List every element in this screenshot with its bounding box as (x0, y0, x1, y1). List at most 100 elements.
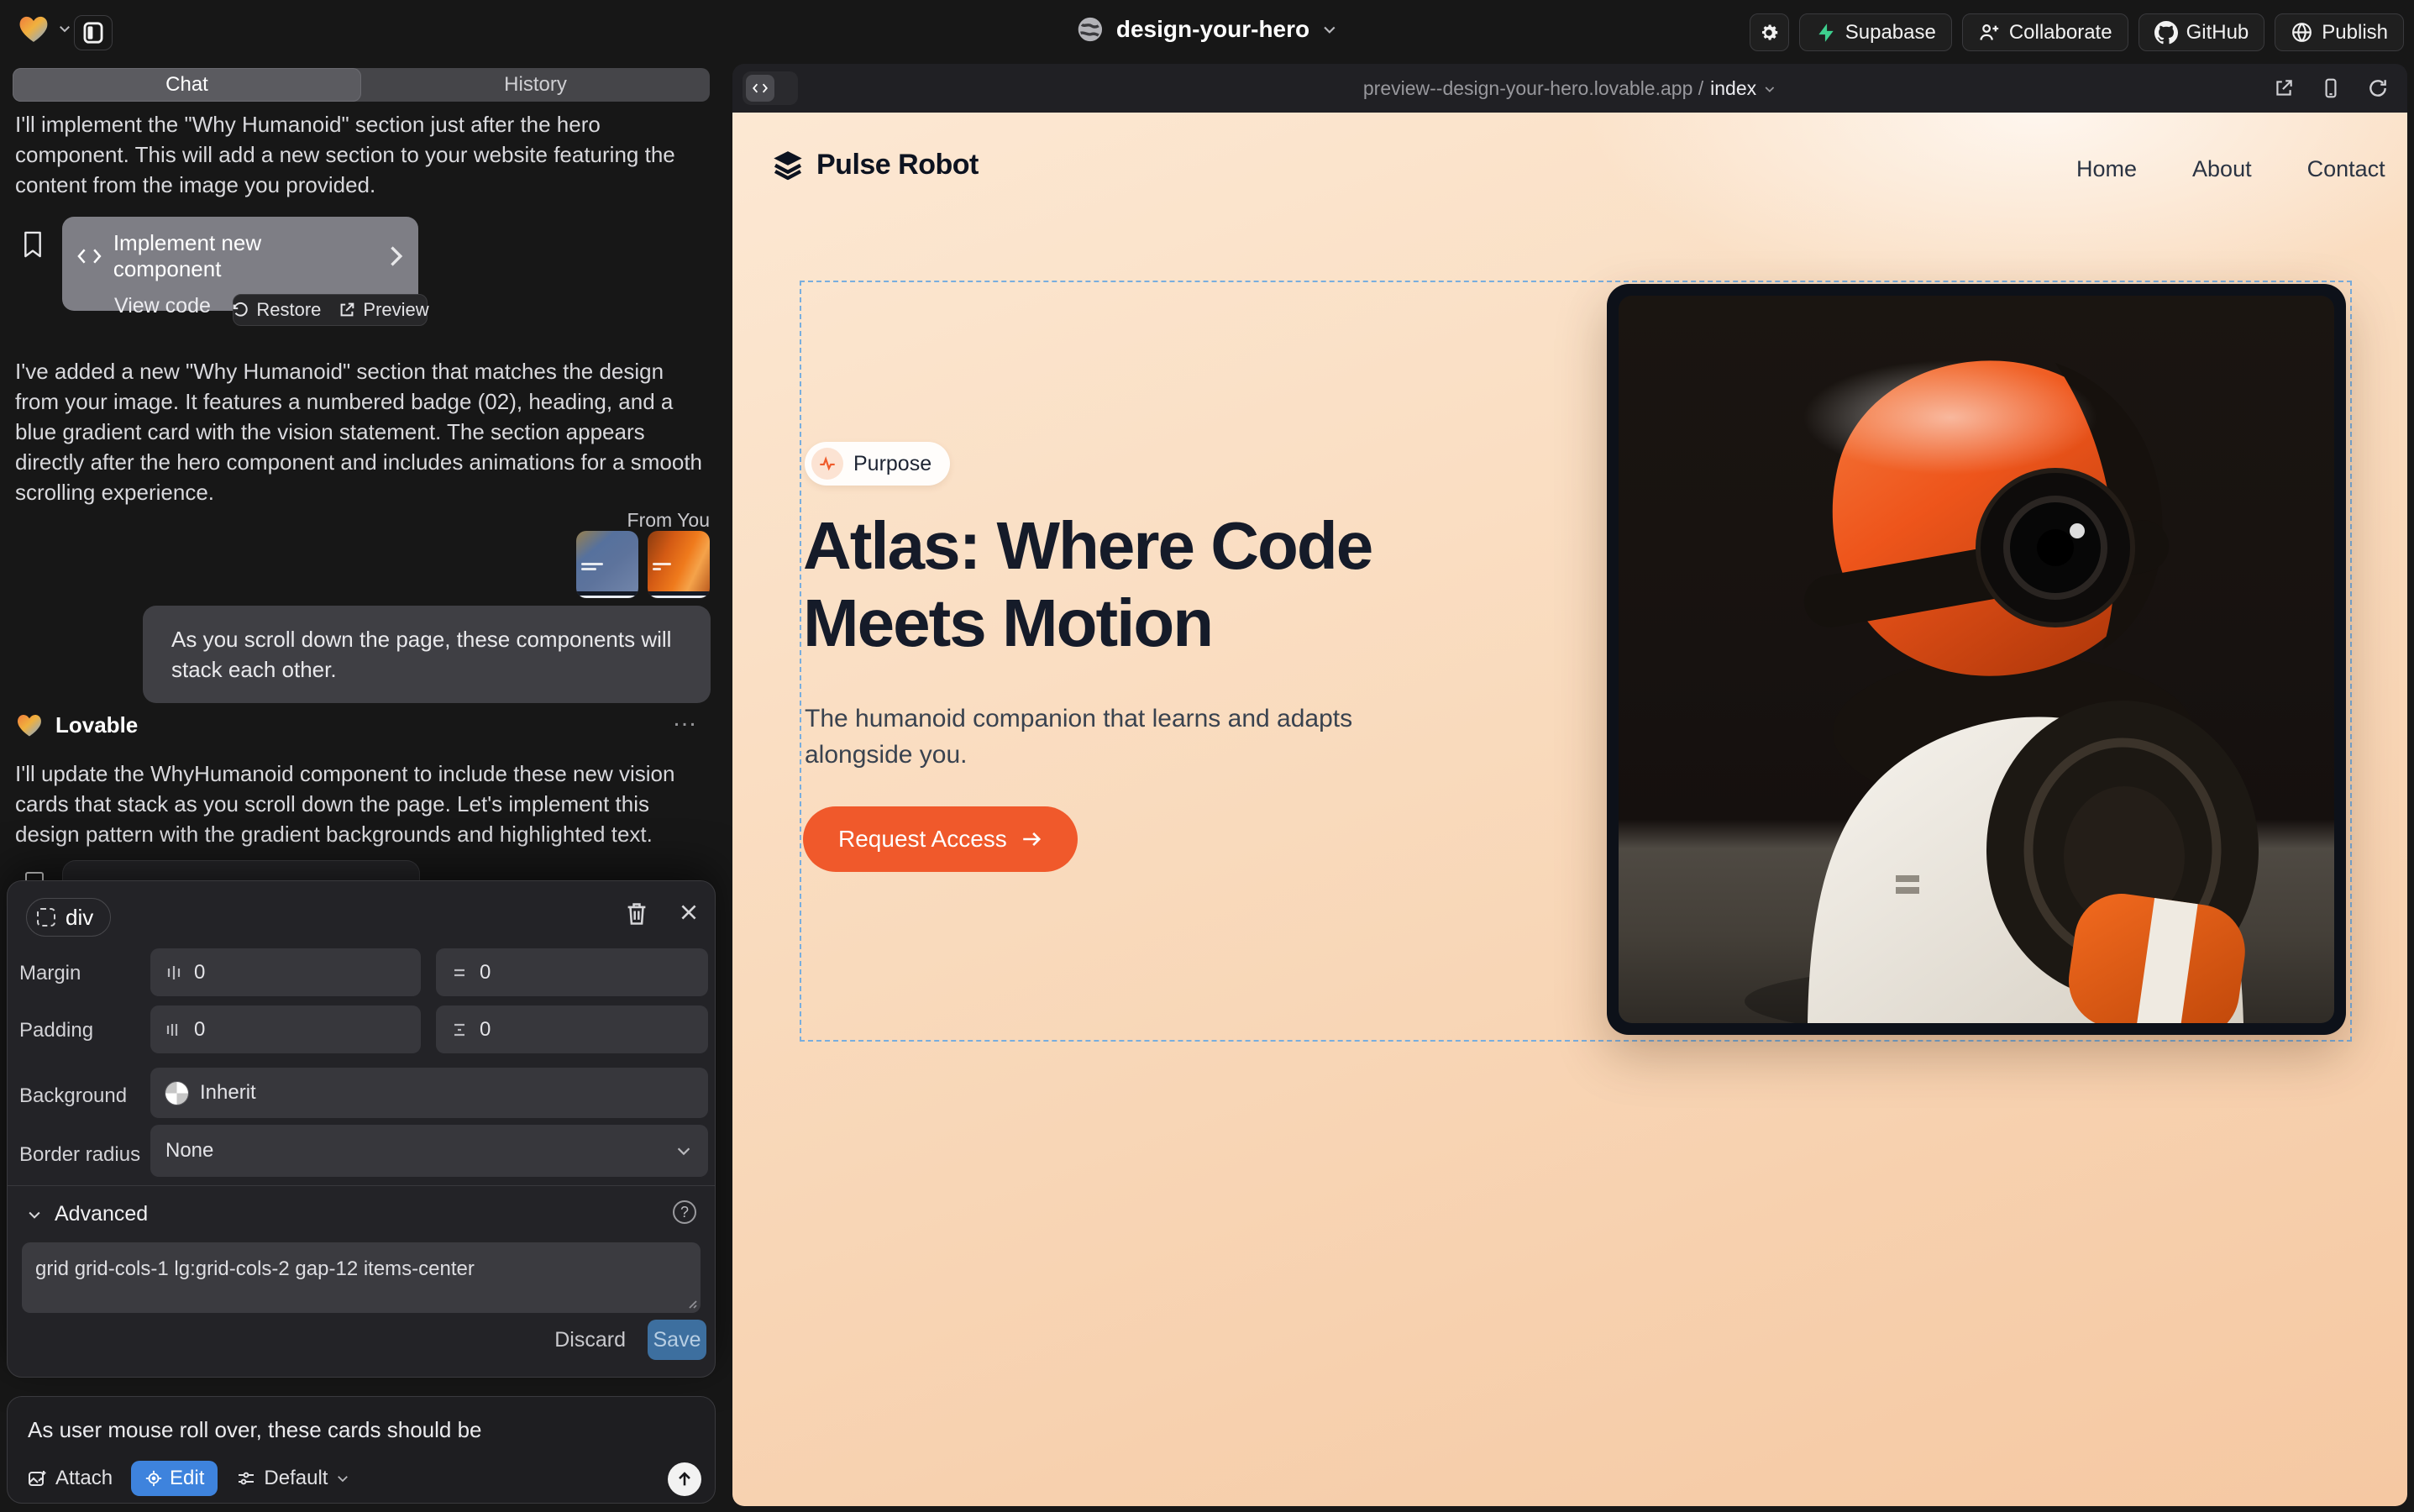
chevron-down-icon (674, 1142, 693, 1160)
pulse-icon (811, 448, 843, 480)
mobile-view-icon[interactable] (2320, 77, 2342, 99)
help-icon[interactable]: ? (673, 1200, 696, 1224)
hero-subheading: The humanoid companion that learns and a… (805, 701, 1393, 773)
preview-page: index (1710, 77, 1756, 100)
tab-chat[interactable]: Chat (13, 68, 361, 102)
publish-button[interactable]: Publish (2275, 13, 2404, 51)
publish-label: Publish (2322, 21, 2388, 45)
user-plus-icon (1978, 21, 2001, 44)
collaborate-button[interactable]: Collaborate (1962, 13, 2128, 51)
layers-icon (771, 148, 805, 181)
code-view-toggle[interactable] (743, 71, 798, 105)
transparency-swatch-icon (165, 1082, 188, 1105)
panel-left-icon (83, 22, 103, 44)
margin-horizontal-input[interactable]: 0 (150, 948, 421, 996)
background-label: Background (19, 1084, 127, 1108)
purpose-badge-label: Purpose (853, 452, 931, 476)
project-switcher[interactable]: design-your-hero (1076, 15, 1338, 44)
site-brand: Pulse Robot (816, 149, 979, 181)
site-preview: Pulse Robot Home About Contact Purpose A… (732, 113, 2407, 1506)
attachment-thumbnail-blue[interactable] (576, 531, 638, 598)
bookmark-icon[interactable] (22, 230, 44, 259)
chat-input-box[interactable]: As user mouse roll over, these cards sho… (7, 1396, 716, 1504)
resize-handle[interactable] (685, 1296, 698, 1310)
project-name: design-your-hero (1116, 16, 1309, 43)
settings-button[interactable] (1750, 13, 1789, 51)
preview-url[interactable]: preview--design-your-hero.lovable.app / … (1363, 77, 1776, 100)
discard-button[interactable]: Discard (554, 1328, 626, 1352)
padding-horizontal-icon (165, 1021, 182, 1039)
collaborate-label: Collaborate (2009, 21, 2112, 45)
assistant-header: Lovable (15, 711, 138, 739)
border-radius-select[interactable]: None (150, 1125, 708, 1177)
github-label: GitHub (2186, 21, 2249, 45)
request-access-button[interactable]: Request Access (803, 806, 1078, 872)
tab-history[interactable]: History (361, 68, 710, 102)
background-field[interactable]: Inherit (150, 1068, 708, 1118)
padding-vertical-icon (451, 1021, 468, 1039)
attach-image-icon (28, 1469, 48, 1488)
send-button[interactable] (668, 1462, 701, 1496)
refresh-icon[interactable] (2367, 77, 2389, 99)
padding-vertical-input[interactable]: 0 (436, 1005, 708, 1053)
selected-element-chip[interactable]: div (26, 898, 111, 937)
code-icon (753, 82, 768, 94)
hero-heading: Atlas: Where Code Meets Motion (803, 507, 1372, 662)
message-more-menu[interactable]: … (672, 704, 699, 732)
mode-selector[interactable]: Default (236, 1467, 350, 1490)
element-tag: div (66, 905, 93, 931)
preview-header: preview--design-your-hero.lovable.app / … (732, 64, 2407, 113)
assistant-message-1: I'll implement the "Why Humanoid" sectio… (15, 109, 712, 200)
lovable-menu-button[interactable] (17, 12, 72, 45)
chevron-down-icon (335, 1471, 350, 1486)
chevron-right-icon (389, 245, 403, 267)
trash-icon[interactable] (626, 901, 648, 927)
assistant-message-2: I've added a new "Why Humanoid" section … (15, 356, 712, 507)
supabase-button[interactable]: Supabase (1799, 13, 1952, 51)
advanced-section-toggle[interactable]: Advanced (26, 1202, 148, 1226)
arrow-right-icon (1021, 828, 1042, 850)
lovable-heart-icon (17, 12, 50, 45)
restore-preview-bar: Restore Preview (233, 294, 428, 326)
assistant-message-3: I'll update the WhyHumanoid component to… (15, 759, 712, 849)
close-icon[interactable] (678, 901, 700, 923)
app-window: design-your-hero Supabase Collaborate (0, 0, 2414, 1512)
robot-image (1619, 296, 2334, 1023)
code-icon (77, 247, 102, 265)
supabase-icon (1815, 22, 1837, 44)
lovable-heart-icon (15, 711, 44, 739)
advanced-classes-textarea[interactable]: grid grid-cols-1 lg:grid-cols-2 gap-12 i… (22, 1242, 701, 1313)
purpose-badge: Purpose (805, 442, 950, 486)
github-button[interactable]: GitHub (2138, 13, 2265, 51)
target-icon (144, 1469, 163, 1488)
nav-contact[interactable]: Contact (2307, 156, 2385, 182)
chat-input-value[interactable]: As user mouse roll over, these cards sho… (28, 1417, 482, 1443)
save-button[interactable]: Save (648, 1320, 706, 1360)
nav-home[interactable]: Home (2076, 156, 2137, 182)
padding-horizontal-input[interactable]: 0 (150, 1005, 421, 1053)
attach-button[interactable]: Attach (28, 1467, 113, 1490)
top-bar-actions: Supabase Collaborate GitHub Publish (1750, 13, 2404, 51)
external-link-icon (338, 301, 356, 319)
chat-history-tabs: Chat History (13, 68, 710, 102)
attachment-thumbnail-orange[interactable] (648, 531, 710, 598)
nav-about[interactable]: About (2192, 156, 2252, 182)
margin-vertical-input[interactable]: 0 (436, 948, 708, 996)
from-you-label: From You (542, 509, 710, 532)
chevron-down-icon (1763, 82, 1776, 96)
edit-mode-button[interactable]: Edit (131, 1461, 218, 1496)
sidebar-toggle-button[interactable] (74, 15, 113, 50)
component-card-title: Implement new component (113, 230, 365, 282)
open-external-icon[interactable] (2273, 77, 2295, 99)
supabase-label: Supabase (1845, 21, 1936, 45)
restore-button[interactable]: Restore (231, 299, 321, 321)
site-logo[interactable]: Pulse Robot (771, 148, 979, 181)
robot-illustration (1619, 296, 2334, 1023)
preview-button[interactable]: Preview (338, 299, 428, 321)
chevron-down-icon (57, 21, 72, 36)
gear-icon (1758, 22, 1780, 44)
restore-icon (231, 301, 249, 319)
hero-image-card (1607, 284, 2346, 1035)
margin-vertical-icon (451, 963, 468, 982)
user-message-bubble: As you scroll down the page, these compo… (143, 606, 711, 703)
